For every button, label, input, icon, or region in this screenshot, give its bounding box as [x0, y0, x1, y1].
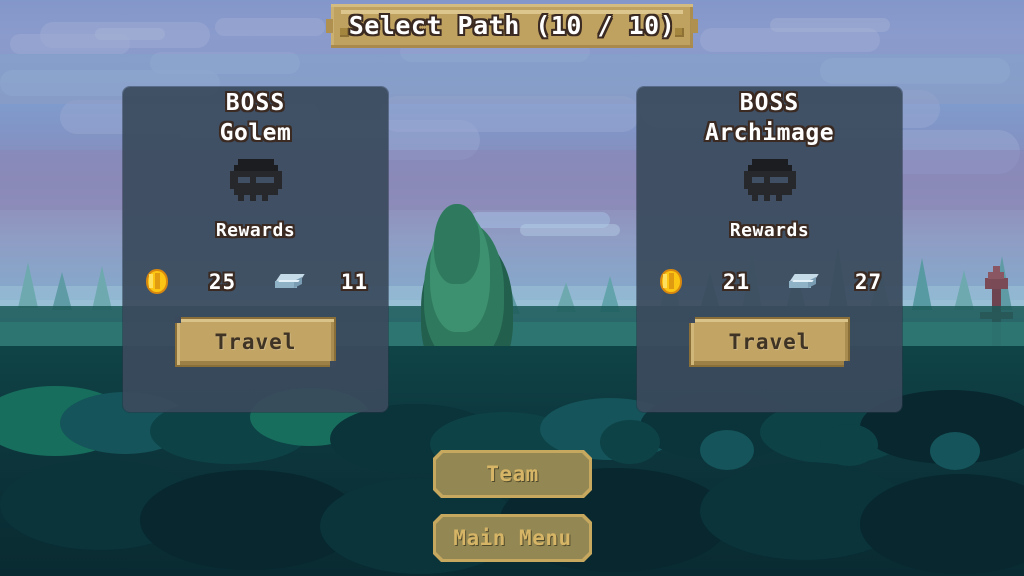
distant-tree	[52, 272, 72, 310]
foliage	[820, 424, 878, 466]
team-button[interactable]: Team	[433, 450, 592, 498]
title-banner: Select Path (10 / 10)	[326, 4, 698, 48]
rewards-row: 21 27	[637, 269, 902, 294]
game-screen: Select Path (10 / 10) BOSS Golem Rewards	[0, 0, 1024, 576]
main-menu-button-label: Main Menu	[453, 526, 572, 550]
distant-tree	[92, 266, 112, 310]
foliage	[700, 430, 754, 470]
tower-ring	[988, 272, 1004, 279]
main-menu-button[interactable]: Main Menu	[433, 514, 592, 562]
gold-amount: 25	[208, 269, 237, 294]
travel-button-golem[interactable]: Travel	[175, 317, 336, 367]
steel-ingot-icon	[770, 273, 836, 291]
boss-card-archimage[interactable]: BOSS Archimage Rewards 21 27 Travel	[637, 87, 902, 412]
distant-tree	[954, 270, 974, 310]
foliage	[930, 432, 980, 470]
cloud	[520, 224, 620, 236]
distant-tree	[18, 262, 38, 308]
card-kind-label: BOSS	[739, 90, 800, 116]
tower-spire	[993, 266, 1000, 273]
rewards-row: 25 11	[123, 269, 388, 294]
rewards-label: Rewards	[215, 220, 296, 241]
card-boss-name: Golem	[219, 120, 292, 146]
ingot-amount: 27	[854, 269, 883, 294]
foliage	[600, 420, 660, 464]
card-boss-name: Archimage	[704, 120, 835, 146]
boss-card-golem[interactable]: BOSS Golem Rewards 25 11 Travel	[123, 87, 388, 412]
gold-coin-icon	[124, 269, 190, 294]
steel-ingot-icon	[256, 273, 322, 291]
skull-icon	[229, 159, 282, 201]
gold-coin-icon	[638, 269, 704, 294]
travel-button-archimage[interactable]: Travel	[689, 317, 850, 367]
card-kind-label: BOSS	[225, 90, 286, 116]
skull-icon	[743, 159, 796, 201]
page-title: Select Path (10 / 10)	[348, 11, 676, 40]
distant-tree	[912, 258, 932, 310]
team-button-label: Team	[486, 462, 539, 486]
rewards-label: Rewards	[729, 220, 810, 241]
gold-amount: 21	[722, 269, 751, 294]
ingot-amount: 11	[340, 269, 369, 294]
center-tree-canopy	[434, 204, 480, 284]
tower-cap	[985, 278, 1008, 289]
